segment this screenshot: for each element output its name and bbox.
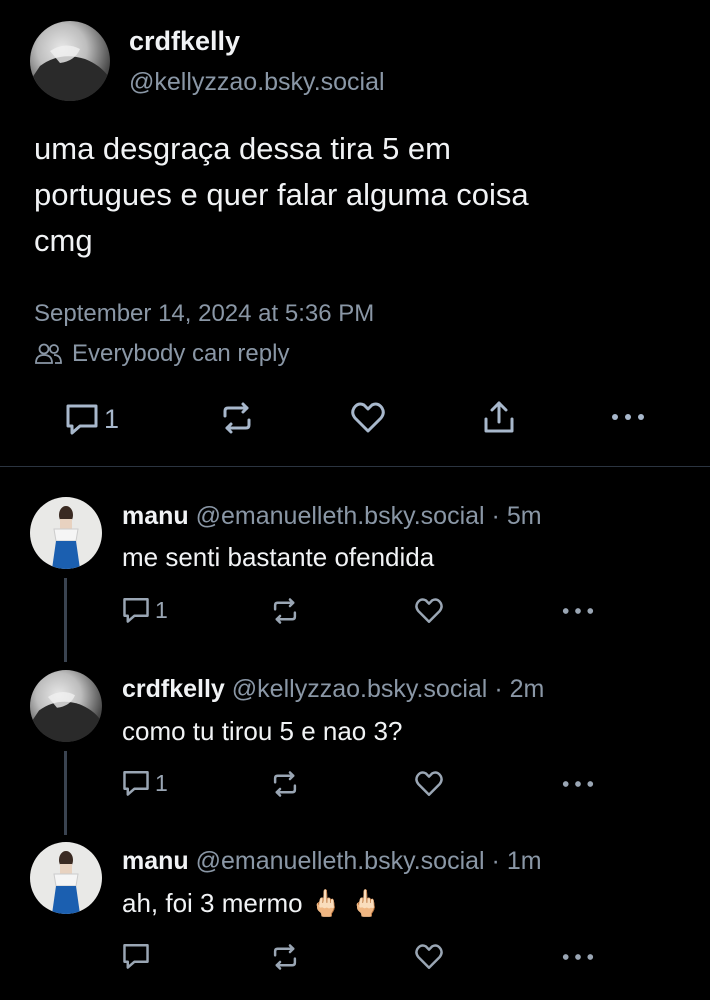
more-button[interactable] [561,779,595,789]
reply-icon [64,402,100,436]
repost-icon [219,401,255,435]
reply-setting-label: Everybody can reply [72,340,290,367]
more-button[interactable] [561,606,595,616]
more-icon [561,779,595,789]
divider [0,466,710,467]
reply-icon [121,596,151,624]
reply-count: 1 [155,769,168,796]
like-button[interactable] [350,401,386,435]
more-icon [561,952,595,962]
reply-button[interactable]: 1 [121,769,168,797]
post-text: uma desgraça dessa tira 5 em portugues e… [34,126,529,264]
author-handle[interactable]: @kellyzzao.bsky.social [129,68,385,97]
like-icon [414,770,444,798]
reply-button[interactable]: 1 [121,596,168,624]
share-icon [481,399,517,435]
middle-finger-emoji: 🖕🏻 🖕🏻 [309,888,382,918]
like-button[interactable] [414,770,444,798]
reply-header: manu @emanuelleth.bsky.social · 1m [122,847,542,876]
reply-time: · 5m [491,502,542,530]
like-icon [414,597,444,625]
reply-count: 1 [155,596,168,623]
reply-handle[interactable]: @kellyzzao.bsky.social [232,675,488,703]
reply-handle[interactable]: @emanuelleth.bsky.social [196,847,485,875]
reply-time: · 1m [491,847,542,875]
reply-setting[interactable]: Everybody can reply [34,340,289,368]
avatar[interactable] [30,497,102,569]
reply-text-body: ah, foi 3 mermo [122,888,303,918]
repost-icon [270,943,300,971]
more-button[interactable] [610,412,646,422]
post-text-line: portugues e quer falar alguma coisa [34,177,529,212]
more-icon [610,412,646,422]
like-icon [414,943,444,971]
post-timestamp: September 14, 2024 at 5:36 PM [34,300,375,327]
avatar[interactable] [30,670,102,742]
repost-button[interactable] [219,401,255,435]
more-icon [561,606,595,616]
share-button[interactable] [481,399,517,435]
reply-text: como tu tirou 5 e nao 3? [122,716,403,746]
reply-display-name[interactable]: crdfkelly [122,675,225,703]
reply-display-name[interactable]: manu [122,847,189,875]
reply-icon [121,769,151,797]
reply-text: ah, foi 3 mermo 🖕🏻 🖕🏻 [122,888,382,919]
like-icon [350,401,386,435]
like-button[interactable] [414,597,444,625]
reply-text: me senti bastante ofendida [122,542,435,572]
reply-time: · 2m [494,675,545,703]
thread-line [64,578,67,662]
repost-button[interactable] [270,943,300,971]
reply-icon [121,942,151,970]
reply-display-name[interactable]: manu [122,502,189,530]
like-button[interactable] [414,943,444,971]
reply-count: 1 [104,403,120,434]
post-text-line: uma desgraça dessa tira 5 em [34,131,451,166]
people-icon [34,342,64,366]
more-button[interactable] [561,952,595,962]
reply-button[interactable]: 1 [64,402,119,436]
thread-line [64,751,67,835]
reply-handle[interactable]: @emanuelleth.bsky.social [196,502,485,530]
author-display-name[interactable]: crdfkelly [129,26,240,57]
avatar[interactable] [30,842,102,914]
repost-button[interactable] [270,597,300,625]
reply-header: crdfkelly @kellyzzao.bsky.social · 2m [122,675,544,704]
avatar[interactable] [30,21,110,101]
repost-icon [270,597,300,625]
reply-button[interactable] [121,942,151,970]
post-text-line: cmg [34,223,93,258]
reply-header: manu @emanuelleth.bsky.social · 5m [122,502,542,531]
repost-button[interactable] [270,770,300,798]
repost-icon [270,770,300,798]
